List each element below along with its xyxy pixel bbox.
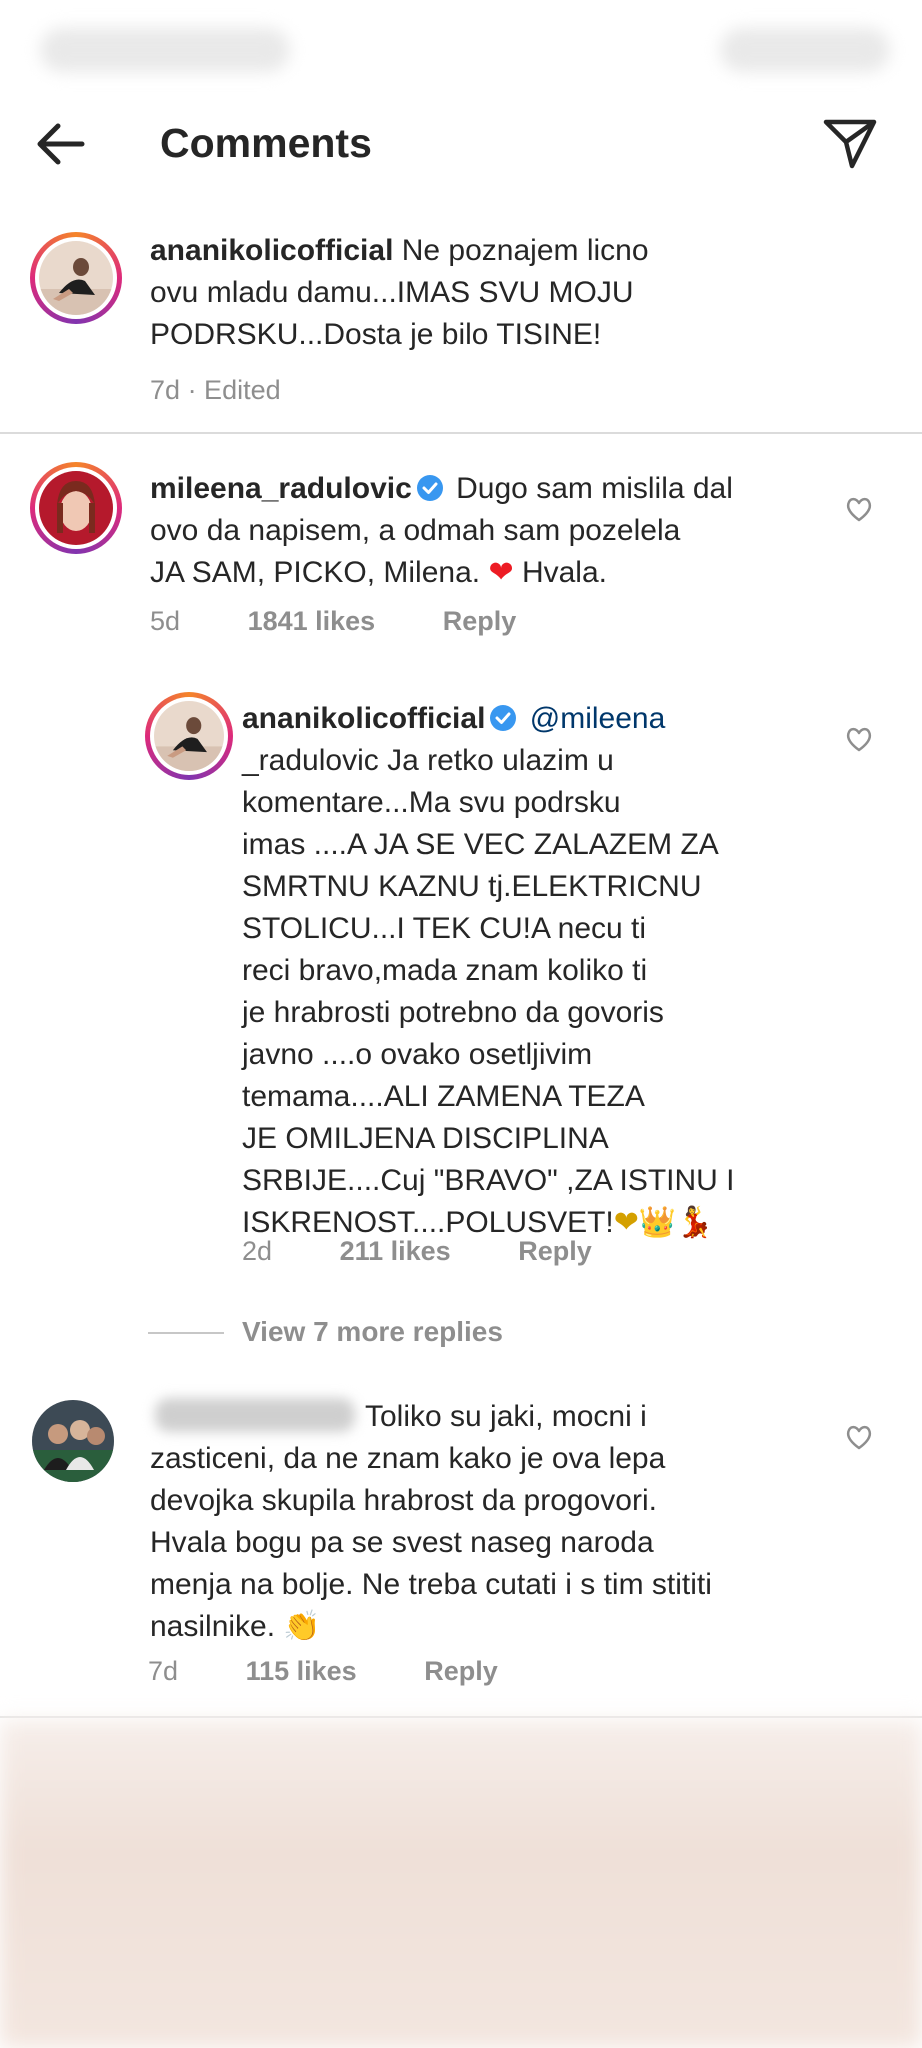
reply-text: ananikolicofficial @mileena _radulovic J… [242, 698, 735, 1244]
comment-line: STOLICU...I TEK CU!A necu ti [242, 912, 647, 945]
page-title: Comments [160, 120, 372, 166]
comment-text: mileena_radulovic Dugo sam mislila dal o… [150, 468, 733, 594]
header: Comments [0, 100, 922, 190]
divider [0, 432, 922, 434]
like-heart-icon[interactable] [844, 1422, 874, 1452]
comment-line: JE OMILJENA DISCIPLINA [242, 1122, 609, 1155]
comment-line: JA SAM, PICKO, Milena. [150, 556, 481, 589]
likes-count[interactable]: 1841 likes [248, 606, 376, 636]
avatar-photo [39, 471, 113, 545]
timestamp: 7d [148, 1656, 179, 1686]
comment-meta: 7d 115 likes Reply [148, 1656, 498, 1687]
comment-line: ovo da napisem, a odmah sam pozelela [150, 514, 681, 547]
avatar[interactable] [32, 1400, 114, 1482]
mention-link[interactable]: @mileena [530, 702, 666, 735]
caption-meta: 7d · Edited [150, 375, 281, 406]
reply-button[interactable]: Reply [443, 606, 517, 636]
likes-count[interactable]: 115 likes [246, 1656, 357, 1686]
clapping-hands-emoji: 👏 [283, 1609, 321, 1644]
avatar-photo [154, 701, 224, 771]
comment-line: devojka skupila hrabrost da progovori. [150, 1484, 657, 1517]
username[interactable]: mileena_radulovic [150, 472, 412, 505]
status-bar [0, 0, 922, 100]
edited-label: · Edited [187, 375, 281, 405]
comment-line: SMRTNU KAZNU tj.ELEKTRICNU [242, 870, 702, 903]
red-heart-emoji: ❤ [488, 555, 514, 590]
comment-line: imas ....A JA SE VEC ZALAZEM ZA [242, 828, 719, 861]
comment-line: menja na bolje. Ne treba cutati i s tim … [150, 1568, 712, 1601]
like-heart-icon[interactable] [844, 494, 874, 524]
blurred-bottom-area [0, 1720, 922, 2048]
avatar[interactable] [145, 692, 233, 780]
comment-line: Dugo sam mislila dal [456, 472, 733, 505]
comment-line: Toliko su jaki, mocni i [365, 1400, 647, 1433]
status-bar-right-blur [720, 28, 890, 72]
view-more-line [148, 1332, 224, 1334]
status-bar-left-blur [40, 28, 290, 72]
comment-line: zasticeni, da ne znam kako je ova lepa [150, 1442, 666, 1475]
comment-line: SRBIJE....Cuj "BRAVO" ,ZA ISTINU I [242, 1164, 735, 1197]
avatar-photo [32, 1400, 114, 1482]
comment-line: ovu mladu damu...IMAS SVU MOJU [150, 276, 634, 309]
comment-line: reci bravo,mada znam koliko ti [242, 954, 648, 987]
paper-plane-icon[interactable] [820, 114, 880, 174]
divider [0, 1716, 922, 1718]
reply-button[interactable]: Reply [424, 1656, 498, 1686]
comment-line: temama....ALI ZAMENA TEZA [242, 1080, 645, 1113]
view-more-replies-button[interactable]: View 7 more replies [242, 1316, 503, 1348]
comment-line: javno ....o ovako osetljivim [242, 1038, 593, 1071]
avatar[interactable] [30, 462, 122, 554]
avatar-photo [39, 241, 113, 315]
comment-line: _radulovic Ja retko ulazim u [242, 744, 614, 777]
verified-badge-icon [416, 475, 443, 501]
like-heart-icon[interactable] [844, 724, 874, 754]
emoji-group: ❤👑💃 [613, 1205, 714, 1240]
comment-line: je hrabrosti potrebno da govoris [242, 996, 664, 1029]
reply-button[interactable]: Reply [518, 1236, 592, 1266]
username[interactable]: ananikolicofficial [150, 234, 393, 267]
comment-line: komentare...Ma svu podrsku [242, 786, 621, 819]
comment-line: Ne poznajem licno [401, 234, 649, 267]
timestamp: 2d [242, 1236, 273, 1266]
arrow-left-icon[interactable] [30, 116, 90, 172]
comment-line: nasilnike. [150, 1610, 276, 1643]
username[interactable]: ananikolicofficial [242, 702, 485, 735]
avatar[interactable] [30, 232, 122, 324]
comment-line: ISKRENOST....POLUSVET! [242, 1206, 614, 1239]
likes-count[interactable]: 211 likes [340, 1236, 451, 1266]
comment-line: Hvala. [521, 556, 607, 589]
verified-badge-icon [490, 705, 517, 731]
comment-line: PODRSKU...Dosta je bilo TISINE! [150, 318, 602, 351]
comment-line: Hvala bogu pa se svest naseg naroda [150, 1526, 654, 1559]
comment-text: Toliko su jaki, mocni i zasticeni, da ne… [150, 1396, 712, 1648]
timestamp: 7d [150, 375, 181, 405]
reply-meta: 2d 211 likes Reply [242, 1236, 592, 1267]
timestamp: 5d [150, 606, 181, 636]
caption-text: ananikolicofficial Ne poznajem licno ovu… [150, 230, 649, 356]
comment-meta: 5d 1841 likes Reply [150, 606, 516, 637]
